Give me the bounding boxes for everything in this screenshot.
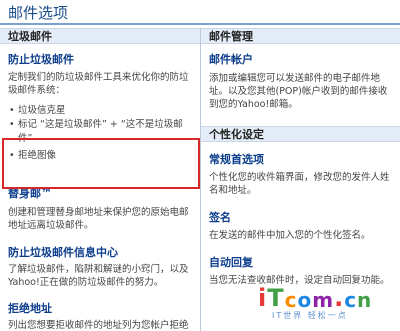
spam-info-section: 防止垃圾邮件信息中心 了解垃圾邮件，陷阱和解谜的小窍门，以及Yahoo!正在做的… xyxy=(0,244,200,289)
watermark-letter: c xyxy=(344,288,358,312)
alias-desc: 创建和管理替身邮地址来保护您的原始电邮地址远离垃圾邮件。 xyxy=(8,207,189,231)
mail-management-header: 邮件管理 xyxy=(201,28,400,44)
blocked-addresses-desc: 列出您想要拒收邮件的地址列为您帐户拒绝的地址，拒收来自拒绝地址的邮件。 xyxy=(8,320,189,331)
accounts-section: 邮件帐户 添加或编辑您可以发送邮件的电子邮件地址。以及您其他(POP)帐户收到的… xyxy=(201,51,400,111)
page-title: 邮件选项 xyxy=(8,4,69,22)
auto-reply-section: 自动回复 当您无法查收邮件时，设定自动回复功能。 xyxy=(201,254,400,287)
spam-header: 垃圾邮件 xyxy=(0,28,200,44)
general-section: 常规首选项 个性化您的收件箱界面，修改您的发件人姓名和地址。 xyxy=(201,151,400,197)
watermark-letter: n xyxy=(357,288,373,312)
general-preferences-desc: 个性化您的收件箱界面，修改您的发件人姓名和地址。 xyxy=(209,172,390,196)
mail-accounts-link[interactable]: 邮件帐户 xyxy=(209,51,394,67)
blocked-section: 拒绝地址 列出您想要拒收邮件的地址列为您帐户拒绝的地址，拒收来自拒绝地址的邮件。 xyxy=(0,300,200,331)
watermark-letter: m xyxy=(312,288,335,312)
list-item: 垃圾信克星 xyxy=(8,104,194,118)
watermark-letters: iTcom.cn xyxy=(258,284,398,312)
watermark-letter: i xyxy=(258,284,268,312)
spam-info-desc: 了解垃圾邮件，陷阱和解谜的小窍门，以及Yahoo!正在做的防垃圾邮件的努力。 xyxy=(8,264,189,288)
watermark-subtitle: IT世界 轻松一点 xyxy=(272,311,348,320)
general-preferences-link[interactable]: 常规首选项 xyxy=(209,151,394,167)
alias-highlight-box xyxy=(2,138,200,189)
itcom-watermark-logo: iTcom.cn IT世界 轻松一点 xyxy=(258,284,398,330)
signature-desc: 在发送的邮件中加入您的个性化签名。 xyxy=(209,230,371,241)
spam-info-link[interactable]: 防止垃圾邮件信息中心 xyxy=(8,244,194,260)
auto-reply-link[interactable]: 自动回复 xyxy=(209,254,394,270)
signature-section: 签名 在发送的邮件中加入您的个性化签名。 xyxy=(201,209,400,242)
watermark-letter: T xyxy=(267,284,285,312)
title-divider xyxy=(0,23,400,25)
spam-protection-link[interactable]: 防止垃圾邮件 xyxy=(8,51,194,67)
watermark-letter: . xyxy=(334,284,345,312)
alias-section: 替身邮™ 创建和管理替身邮地址来保护您的原始电邮地址远离垃圾邮件。 xyxy=(0,185,200,232)
signature-link[interactable]: 签名 xyxy=(209,209,394,225)
watermark-letter: c xyxy=(284,288,298,312)
spam-protection-desc: 定制我们的防垃圾邮件工具来优化你的防垃圾邮件系统： xyxy=(8,72,189,96)
mail-accounts-desc: 添加或编辑您可以发送邮件的电子邮件地址。以及您其他(POP)帐户收到的邮件接收到… xyxy=(209,73,388,110)
blocked-addresses-link[interactable]: 拒绝地址 xyxy=(8,300,194,316)
watermark-letter: o xyxy=(297,288,313,312)
personalization-header: 个性化设定 xyxy=(201,126,400,142)
